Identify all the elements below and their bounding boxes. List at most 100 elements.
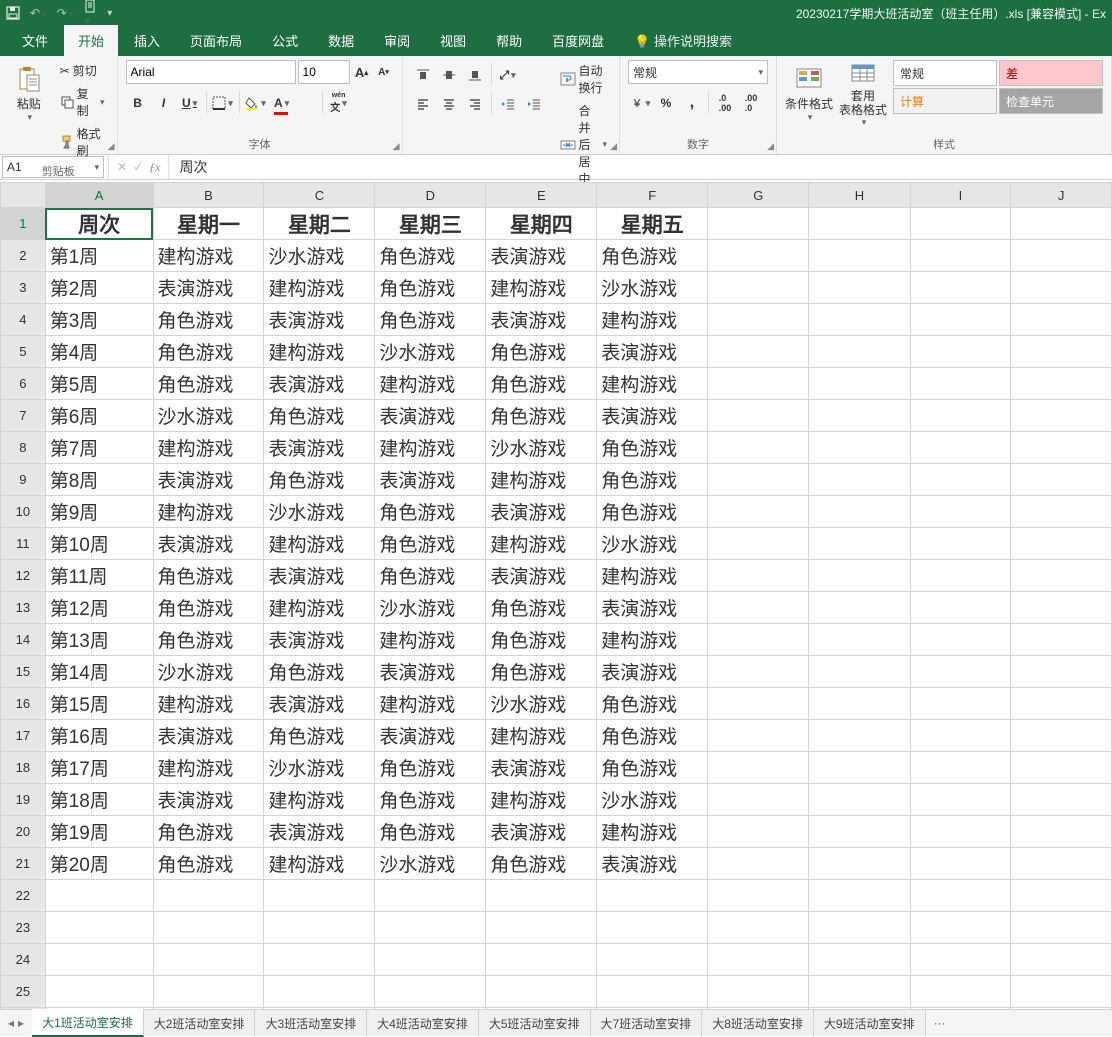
cell-G1[interactable] [708, 208, 809, 240]
cell-C17[interactable]: 角色游戏 [264, 720, 375, 752]
cell-I24[interactable] [910, 944, 1011, 976]
cell-B17[interactable]: 表演游戏 [153, 720, 264, 752]
cell-E17[interactable]: 建构游戏 [486, 720, 597, 752]
cell-E12[interactable]: 表演游戏 [486, 560, 597, 592]
cell-F17[interactable]: 角色游戏 [597, 720, 708, 752]
row-header-19[interactable]: 19 [1, 784, 46, 816]
cell-E1[interactable]: 星期四 [486, 208, 597, 240]
cell-J23[interactable] [1011, 912, 1112, 944]
sheet-nav-last-icon[interactable]: ▸ [18, 1016, 24, 1030]
cell-J24[interactable] [1011, 944, 1112, 976]
cell-J14[interactable] [1011, 624, 1112, 656]
cell-A4[interactable]: 第3周 [45, 304, 153, 336]
cell-G13[interactable] [708, 592, 809, 624]
cell-D25[interactable] [375, 976, 486, 1008]
cell-E13[interactable]: 角色游戏 [486, 592, 597, 624]
sheet-tab-0[interactable]: 大1班活动室安排 [32, 1009, 144, 1037]
row-header-10[interactable]: 10 [1, 496, 46, 528]
cell-F25[interactable] [597, 976, 708, 1008]
menu-tab-6[interactable]: 审阅 [370, 25, 424, 56]
cell-A22[interactable] [45, 880, 153, 912]
style-bad[interactable]: 差 [999, 60, 1103, 86]
format-as-table-button[interactable]: 套用 表格格式▾ [839, 60, 887, 128]
cell-E20[interactable]: 表演游戏 [486, 816, 597, 848]
cell-F24[interactable] [597, 944, 708, 976]
align-left-icon[interactable] [411, 92, 435, 116]
cell-F6[interactable]: 建构游戏 [597, 368, 708, 400]
cell-J18[interactable] [1011, 752, 1112, 784]
cell-E19[interactable]: 建构游戏 [486, 784, 597, 816]
align-top-icon[interactable] [411, 63, 435, 87]
bold-button[interactable]: B [126, 91, 150, 115]
font-launcher-icon[interactable]: ◢ [393, 141, 400, 152]
cell-J21[interactable] [1011, 848, 1112, 880]
cell-J12[interactable] [1011, 560, 1112, 592]
cell-I16[interactable] [910, 688, 1011, 720]
cell-C8[interactable]: 表演游戏 [264, 432, 375, 464]
cell-D15[interactable]: 表演游戏 [375, 656, 486, 688]
cell-A2[interactable]: 第1周 [45, 240, 153, 272]
cell-G25[interactable] [708, 976, 809, 1008]
menu-tab-2[interactable]: 插入 [120, 25, 174, 56]
cell-G23[interactable] [708, 912, 809, 944]
sheet-tab-7[interactable]: 大9班活动室安排 [814, 1010, 926, 1036]
sheet-tab-2[interactable]: 大3班活动室安排 [255, 1010, 367, 1036]
cell-C1[interactable]: 星期二 [264, 208, 375, 240]
row-header-24[interactable]: 24 [1, 944, 46, 976]
cell-E22[interactable] [486, 880, 597, 912]
cell-D6[interactable]: 建构游戏 [375, 368, 486, 400]
number-format-select[interactable]: 常规▾ [628, 60, 768, 84]
save-icon[interactable] [6, 6, 20, 20]
cell-E4[interactable]: 表演游戏 [486, 304, 597, 336]
cell-G8[interactable] [708, 432, 809, 464]
merge-center-button[interactable]: 合并后居中▾ [556, 100, 611, 189]
cell-A14[interactable]: 第13周 [45, 624, 153, 656]
row-header-12[interactable]: 12 [1, 560, 46, 592]
cell-I2[interactable] [910, 240, 1011, 272]
cell-D18[interactable]: 角色游戏 [375, 752, 486, 784]
cell-A8[interactable]: 第7周 [45, 432, 153, 464]
cell-D13[interactable]: 沙水游戏 [375, 592, 486, 624]
cell-G16[interactable] [708, 688, 809, 720]
cell-B4[interactable]: 角色游戏 [153, 304, 264, 336]
cell-C18[interactable]: 沙水游戏 [264, 752, 375, 784]
cell-E5[interactable]: 角色游戏 [486, 336, 597, 368]
cell-J22[interactable] [1011, 880, 1112, 912]
orientation-icon[interactable]: ⤢▾ [496, 63, 520, 87]
cell-C15[interactable]: 角色游戏 [264, 656, 375, 688]
cell-E24[interactable] [486, 944, 597, 976]
cell-I4[interactable] [910, 304, 1011, 336]
col-header-G[interactable]: G [708, 183, 809, 208]
cell-H16[interactable] [809, 688, 910, 720]
cell-D5[interactable]: 沙水游戏 [375, 336, 486, 368]
cell-A24[interactable] [45, 944, 153, 976]
style-normal[interactable]: 常规 [893, 60, 997, 86]
cell-D11[interactable]: 角色游戏 [375, 528, 486, 560]
cell-C14[interactable]: 表演游戏 [264, 624, 375, 656]
cell-J20[interactable] [1011, 816, 1112, 848]
font-name-select[interactable] [126, 60, 296, 84]
col-header-E[interactable]: E [486, 183, 597, 208]
cell-B9[interactable]: 表演游戏 [153, 464, 264, 496]
comma-format-icon[interactable]: , [680, 91, 704, 115]
row-header-16[interactable]: 16 [1, 688, 46, 720]
cell-C22[interactable] [264, 880, 375, 912]
cell-A16[interactable]: 第15周 [45, 688, 153, 720]
cell-C5[interactable]: 建构游戏 [264, 336, 375, 368]
alignment-launcher-icon[interactable]: ◢ [610, 141, 617, 152]
conditional-format-button[interactable]: 条件格式▾ [785, 60, 833, 128]
cell-A6[interactable]: 第5周 [45, 368, 153, 400]
cell-D21[interactable]: 沙水游戏 [375, 848, 486, 880]
cell-I15[interactable] [910, 656, 1011, 688]
cell-A12[interactable]: 第11周 [45, 560, 153, 592]
cell-J6[interactable] [1011, 368, 1112, 400]
cell-D1[interactable]: 星期三 [375, 208, 486, 240]
worksheet-area[interactable]: ABCDEFGHIJ1周次星期一星期二星期三星期四星期五2第1周建构游戏沙水游戏… [0, 182, 1112, 1010]
cell-J3[interactable] [1011, 272, 1112, 304]
cell-A9[interactable]: 第8周 [45, 464, 153, 496]
decrease-decimal-icon[interactable]: .00.0 [739, 91, 763, 115]
cell-D7[interactable]: 表演游戏 [375, 400, 486, 432]
cell-G2[interactable] [708, 240, 809, 272]
cell-B15[interactable]: 沙水游戏 [153, 656, 264, 688]
cell-D24[interactable] [375, 944, 486, 976]
